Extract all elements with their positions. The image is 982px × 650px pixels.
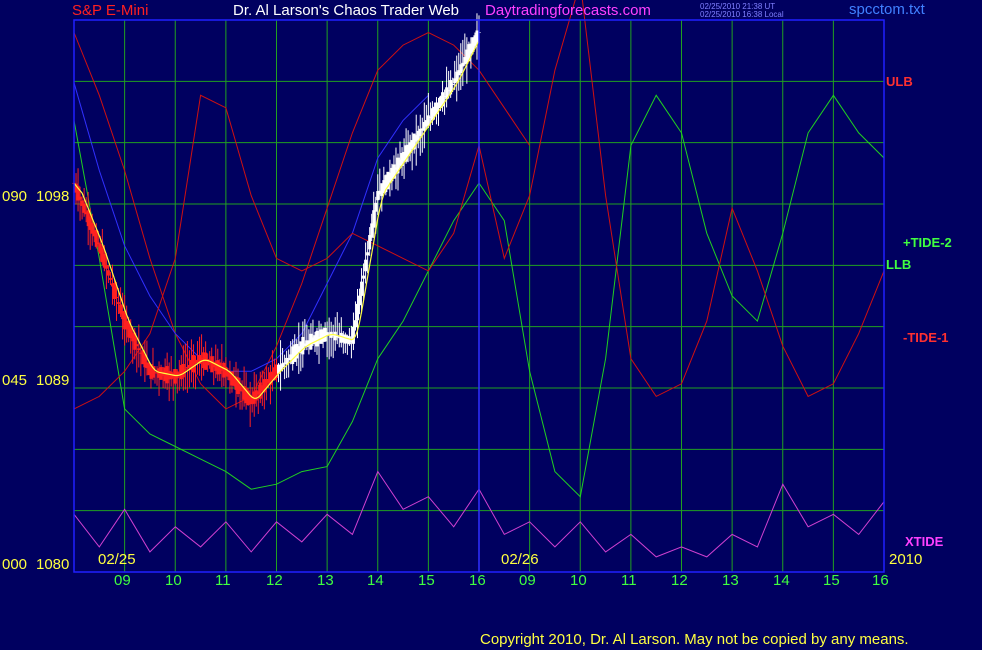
price-candle-body [372,210,376,228]
x-tick-label: 15 [823,572,840,589]
price-candle-body [347,336,351,345]
x-tick-label: 10 [165,572,182,589]
x-tick-label: 16 [872,572,889,589]
chart-plot [72,0,885,573]
y-label-left: 045 [2,372,28,389]
timestamp-local: 02/25/2010 16:38 Local [700,10,784,19]
price-candle-body [364,259,368,272]
x-tick-label: 13 [317,572,334,589]
price-candle-body [366,252,370,256]
price-candle-body [353,320,357,328]
price-candle-body [183,369,187,371]
year-label: 2010 [889,551,923,568]
x-tick-label: 12 [266,572,283,589]
y-label-left: 090 [2,188,28,205]
x-tick-label: 09 [114,572,131,589]
price-candle-body [358,295,362,306]
price-candle-body [451,83,455,85]
y-label-right: 1089 [36,372,70,389]
price-candle-body [374,202,378,212]
instrument-label: S&P E-Mini [72,2,149,19]
price-candle-body [238,385,242,391]
price-candle-body [351,326,355,344]
x-tick-label: 09 [519,572,536,589]
x-tick-label: 14 [367,572,384,589]
y-label-right: 1098 [36,188,70,205]
price-candle-body [96,242,100,245]
price-candle-body [181,364,185,378]
x-tick-label: 11 [621,572,637,589]
y-label-right: 1080 [36,556,70,573]
price-candle-body [82,203,86,213]
x-tick-label: 15 [418,572,435,589]
price-candle-body [108,278,112,280]
price-candle-body [137,348,141,350]
y-label-left: 000 [2,556,28,573]
label-tide-2: +TIDE-2 [903,235,952,250]
label-llb: LLB [886,257,912,272]
x-tick-label: 14 [773,572,790,589]
x-tick-label: 10 [570,572,587,589]
label-ulb: ULB [886,74,913,89]
x-tick-label: 13 [722,572,739,589]
price-candle-body [360,281,364,296]
price-candle-body [135,344,139,347]
x-tick-label: 11 [215,572,231,589]
price-candle-body [104,265,108,269]
price-candle-body [106,270,110,276]
price-candle-body [362,275,366,279]
filename-label: spcctom.txt [849,1,925,18]
price-candle-body [315,330,319,347]
price-candle-body [117,302,121,304]
price-candle-body [113,282,116,299]
copyright-notice: Copyright 2010, Dr. Al Larson. May not b… [480,631,909,648]
chart-title: Dr. Al Larson's Chaos Trader Web [233,2,460,19]
price-candle-body [78,196,82,200]
label-tide-1: -TIDE-1 [903,330,949,345]
label-xtide: XTIDE [905,534,944,549]
website-label: Daytradingforecasts.com [485,2,651,19]
date-label: 02/26 [501,551,539,568]
price-candle-body [115,296,119,298]
price-candle-body [191,355,195,373]
date-label: 02/25 [98,551,136,568]
price-candle-body [356,303,359,321]
x-tick-label: 16 [469,572,486,589]
x-tick-label: 12 [671,572,688,589]
